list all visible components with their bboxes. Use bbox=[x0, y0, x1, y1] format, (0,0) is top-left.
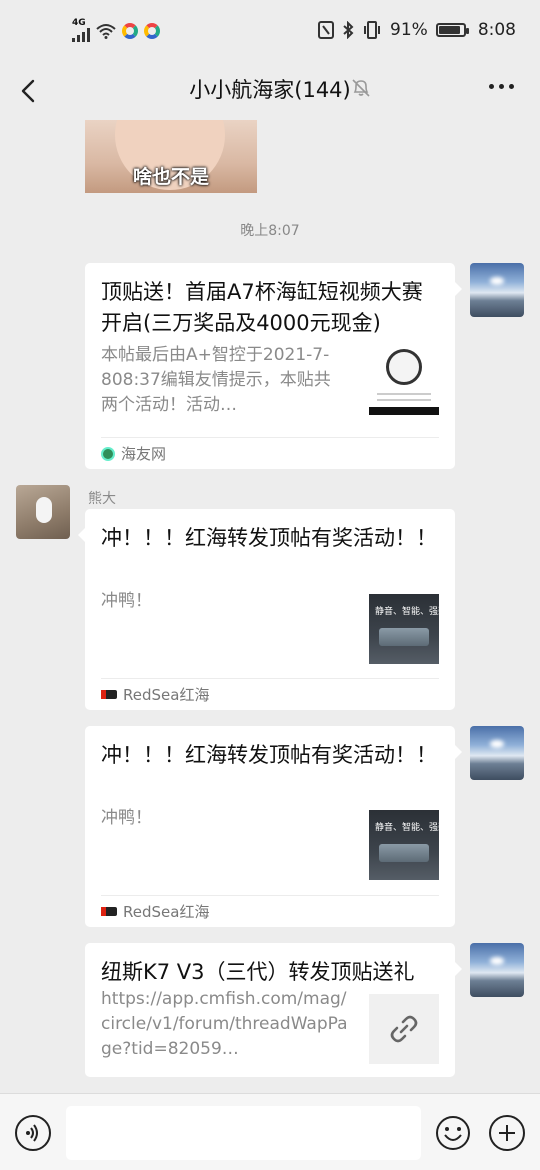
qr-thumbnail bbox=[369, 345, 439, 415]
network-label: 4G bbox=[72, 18, 86, 28]
chat-title: 小小航海家(144) bbox=[189, 78, 351, 102]
battery-icon bbox=[435, 23, 469, 37]
chat-header: 小小航海家(144) bbox=[0, 64, 540, 120]
link-card-source: 海友网 bbox=[101, 437, 439, 469]
redsea-logo-icon bbox=[101, 690, 117, 699]
battery-percent: 91% bbox=[390, 20, 428, 40]
source-name: RedSea红海 bbox=[123, 686, 210, 704]
link-card-title: 纽斯K7 V3（三代）转发顶贴送礼 bbox=[101, 960, 415, 984]
clock: 8:08 bbox=[477, 20, 516, 40]
status-left: 4G bbox=[72, 18, 160, 42]
link-icon bbox=[390, 1015, 418, 1043]
my-avatar[interactable] bbox=[470, 726, 524, 780]
image-message[interactable]: 啥也不是 bbox=[85, 120, 257, 193]
link-card-desc: 本帖最后由A+智控于2021-7-808:37编辑友情提示，本贴共两个活动！活动… bbox=[101, 345, 331, 415]
link-card-title: 顶贴送！首届A7杯海缸短视频大赛开启(三万奖品及4000元现金) bbox=[101, 280, 423, 335]
voice-icon bbox=[26, 1124, 38, 1142]
message-input[interactable] bbox=[66, 1106, 421, 1160]
redsea-thumbnail: 静音、智能、强劲 bbox=[369, 810, 439, 880]
voice-button[interactable] bbox=[15, 1115, 51, 1151]
link-card-title: 冲！！！红海转发顶帖有奖活动！！ bbox=[101, 526, 437, 550]
thumbnail-text: 静音、智能、强劲 bbox=[375, 607, 439, 617]
sender-name: 熊大 bbox=[88, 491, 116, 507]
input-bar bbox=[0, 1093, 540, 1170]
link-card-desc: https://app.cmfish.com/mag/circle/v1/for… bbox=[101, 989, 348, 1059]
emoji-icon[interactable] bbox=[435, 1115, 471, 1151]
app-icon bbox=[122, 23, 138, 39]
link-card[interactable]: 纽斯K7 V3（三代）转发顶贴送礼 https://app.cmfish.com… bbox=[85, 943, 462, 1077]
link-card-source: RedSea红海 bbox=[101, 895, 439, 927]
chat-area[interactable]: 啥也不是 晚上8:07 顶贴送！首届A7杯海缸短视频大赛开启(三万奖品及4000… bbox=[0, 120, 540, 1093]
my-avatar[interactable] bbox=[470, 263, 524, 317]
link-card-desc: 冲鸭！ bbox=[101, 591, 152, 611]
message-timestamp: 晚上8:07 bbox=[240, 223, 300, 239]
plus-icon[interactable] bbox=[489, 1115, 525, 1151]
sender-avatar[interactable] bbox=[16, 485, 70, 539]
status-right: 91% 8:08 bbox=[318, 20, 516, 40]
link-card-title: 冲！！！红海转发顶帖有奖活动！！ bbox=[101, 743, 437, 767]
source-name: RedSea红海 bbox=[123, 903, 210, 921]
more-icon[interactable] bbox=[489, 84, 514, 89]
vibrate-icon bbox=[364, 21, 381, 39]
app-icon bbox=[144, 23, 160, 39]
wifi-icon bbox=[96, 24, 116, 39]
haiyou-logo-icon bbox=[101, 446, 115, 461]
nfc-icon bbox=[318, 21, 335, 39]
bluetooth-icon bbox=[343, 21, 354, 39]
signal-icon: 4G bbox=[72, 18, 90, 42]
redsea-logo-icon bbox=[101, 907, 117, 916]
link-card[interactable]: 冲！！！红海转发顶帖有奖活动！！ 冲鸭！ 静音、智能、强劲 RedSea红海 bbox=[85, 726, 462, 927]
link-card[interactable]: 顶贴送！首届A7杯海缸短视频大赛开启(三万奖品及4000元现金) 本帖最后由A+… bbox=[85, 263, 462, 469]
thumbnail-text: 静音、智能、强劲 bbox=[375, 823, 439, 833]
image-caption: 啥也不是 bbox=[132, 166, 209, 188]
redsea-thumbnail: 静音、智能、强劲 bbox=[369, 594, 439, 664]
mute-bell-icon bbox=[352, 79, 370, 97]
link-thumbnail bbox=[369, 994, 439, 1064]
link-card-source: RedSea红海 bbox=[101, 678, 439, 710]
link-card[interactable]: 冲！！！红海转发顶帖有奖活动！！ 冲鸭！ 静音、智能、强劲 RedSea红海 bbox=[78, 509, 455, 710]
my-avatar[interactable] bbox=[470, 943, 524, 997]
link-card-desc: 冲鸭！ bbox=[101, 808, 152, 828]
source-name: 海友网 bbox=[121, 445, 167, 463]
status-bar: 4G 91% 8:08 bbox=[0, 0, 540, 64]
